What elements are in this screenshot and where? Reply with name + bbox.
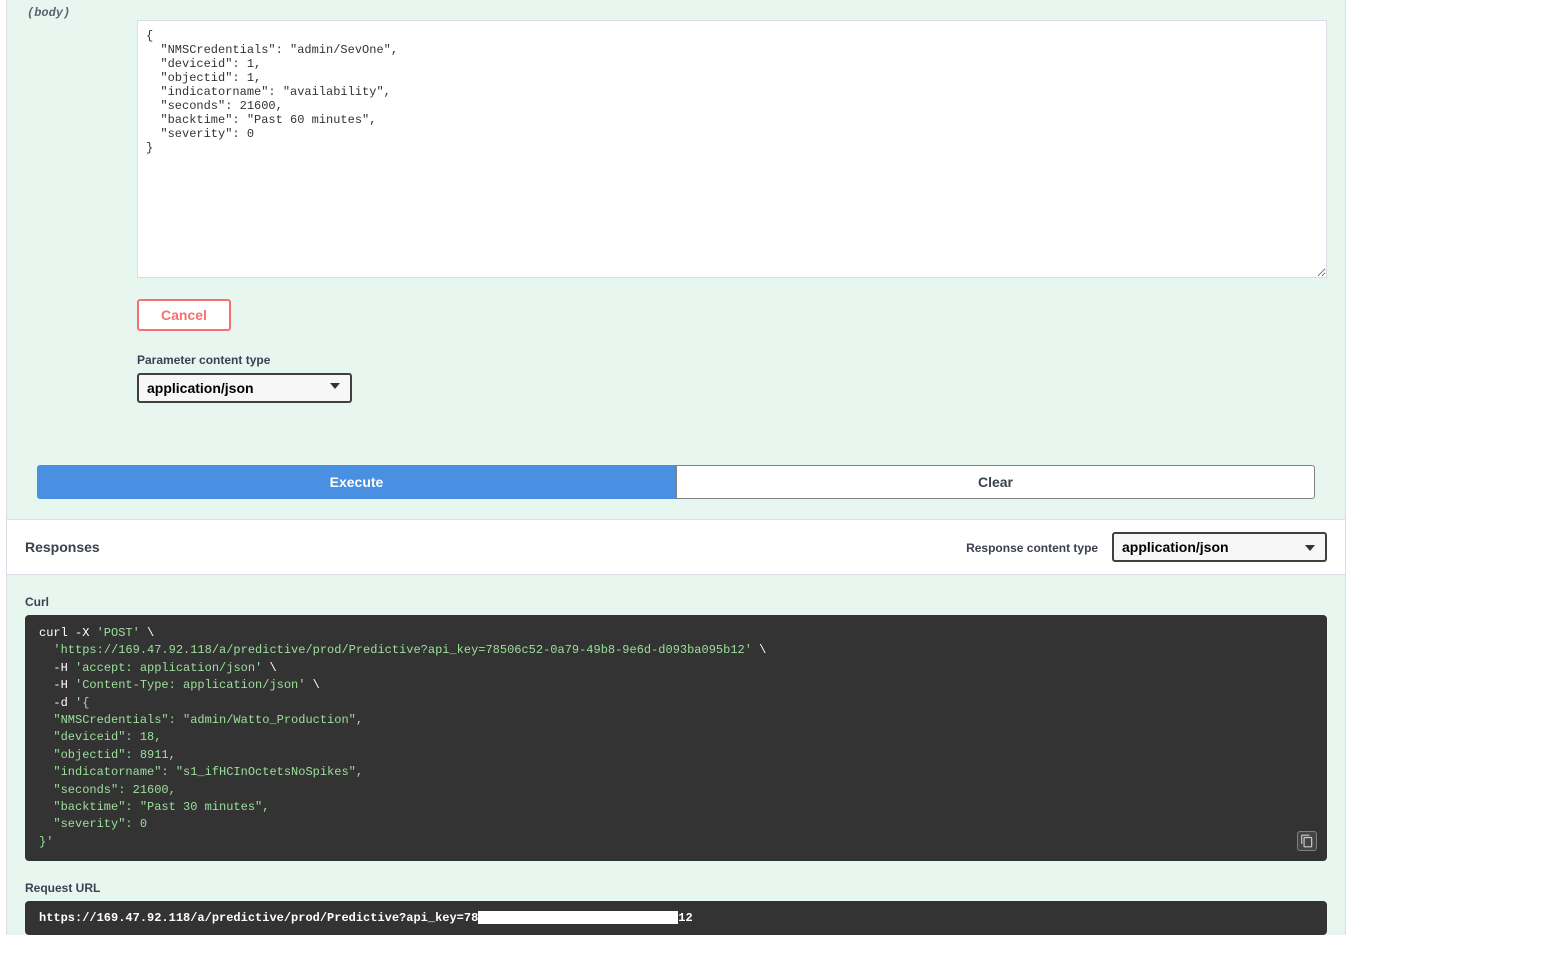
responses-bar: Responses Response content type applicat… xyxy=(7,519,1345,575)
curl-text: curl -X 'POST' \ 'https://169.47.92.118/… xyxy=(39,626,766,849)
body-textarea[interactable] xyxy=(137,20,1327,278)
response-content-type-label: Response content type xyxy=(966,541,1098,555)
operation-panel: (body) Cancel Parameter content type app… xyxy=(6,0,1346,935)
param-content-type-select-wrap: application/json xyxy=(137,367,352,403)
param-area: Cancel Parameter content type applicatio… xyxy=(7,20,1345,421)
request-url-text: https://169.47.92.118/a/predictive/prod/… xyxy=(39,911,693,925)
copy-icon[interactable] xyxy=(1297,831,1317,851)
request-url-section-label: Request URL xyxy=(7,861,1345,901)
redacted-segment xyxy=(478,911,678,924)
curl-section-label: Curl xyxy=(7,575,1345,615)
body-param-label: (body) xyxy=(7,0,1345,20)
clear-button[interactable]: Clear xyxy=(676,465,1315,499)
request-url-block: https://169.47.92.118/a/predictive/prod/… xyxy=(25,901,1327,935)
cancel-button[interactable]: Cancel xyxy=(137,299,231,331)
action-button-row: Execute Clear xyxy=(7,421,1345,519)
responses-title: Responses xyxy=(25,539,100,555)
param-content-type-select[interactable]: application/json xyxy=(137,373,352,403)
param-content-type-label: Parameter content type xyxy=(137,353,1327,367)
response-content-type-select[interactable]: application/json xyxy=(1112,532,1327,562)
curl-code-block: curl -X 'POST' \ 'https://169.47.92.118/… xyxy=(25,615,1327,861)
response-content-type-group: Response content type application/json xyxy=(966,532,1327,562)
response-content-type-select-wrap: application/json xyxy=(1112,532,1327,562)
execute-button[interactable]: Execute xyxy=(37,465,676,499)
